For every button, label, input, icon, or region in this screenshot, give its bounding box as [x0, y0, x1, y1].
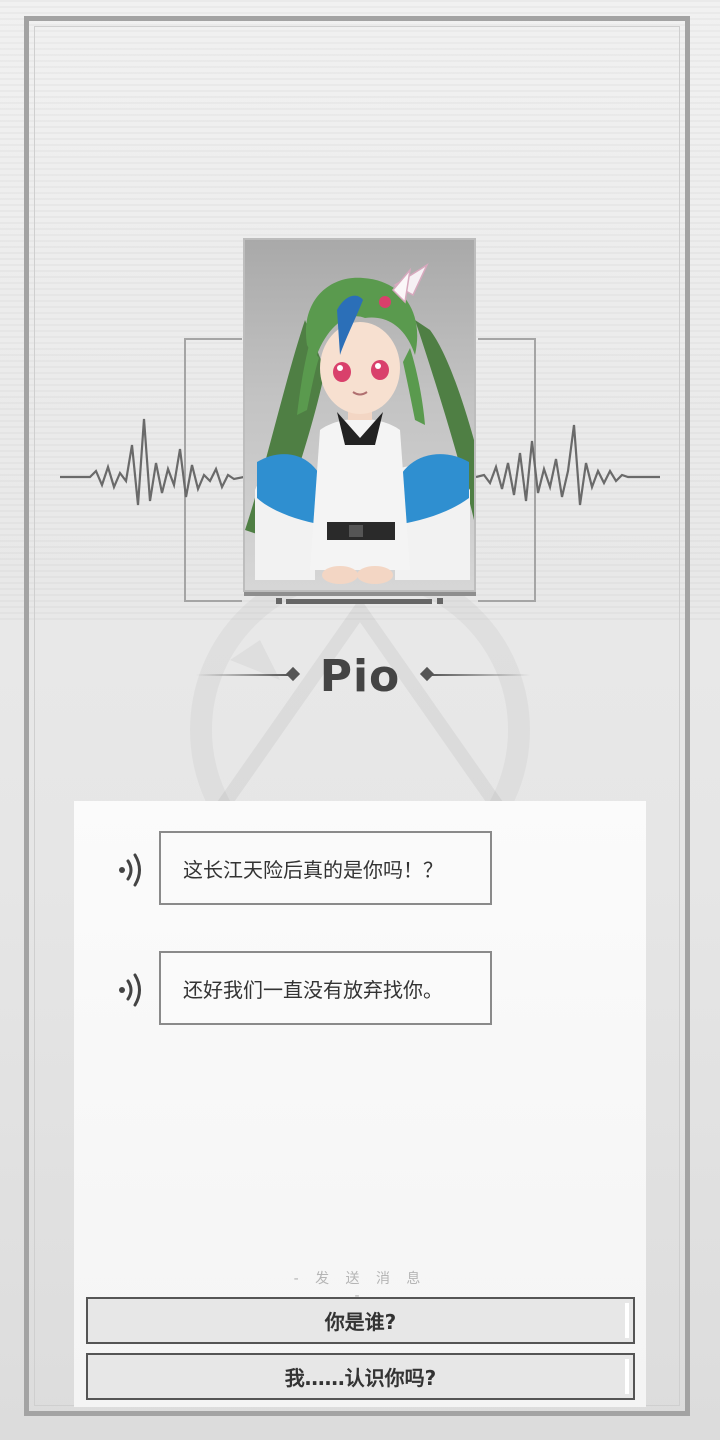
reply-option-text: 我……认识你吗?	[284, 1366, 437, 1390]
portrait-bar	[286, 599, 432, 604]
reply-option-text: 你是谁?	[324, 1310, 397, 1334]
voice-waveform-right	[476, 424, 660, 506]
message-text: 还好我们一直没有放弃找你。	[183, 977, 443, 1002]
portrait-bar-dot-right	[437, 598, 443, 604]
message-bubble: 这长江天险后真的是你吗！？	[159, 831, 492, 905]
name-divider-left	[196, 674, 290, 676]
message-text: 这长江天险后真的是你吗！？	[183, 857, 443, 882]
name-divider-right	[430, 674, 530, 676]
reply-option-button[interactable]: 我……认识你吗?	[86, 1353, 635, 1400]
speaker-wave-icon[interactable]	[116, 849, 150, 889]
portrait-underline	[244, 592, 476, 596]
contact-name: Pio	[319, 651, 401, 702]
background-triangle	[210, 600, 510, 817]
speaker-wave-icon[interactable]	[116, 969, 150, 1009]
contact-portrait	[243, 238, 476, 592]
character-portrait	[245, 263, 474, 584]
reply-option-button[interactable]: 你是谁?	[86, 1297, 635, 1344]
message-bubble: 还好我们一直没有放弃找你。	[159, 951, 492, 1025]
voice-waveform-left	[60, 418, 244, 506]
portrait-bar-dot-left	[276, 598, 282, 604]
